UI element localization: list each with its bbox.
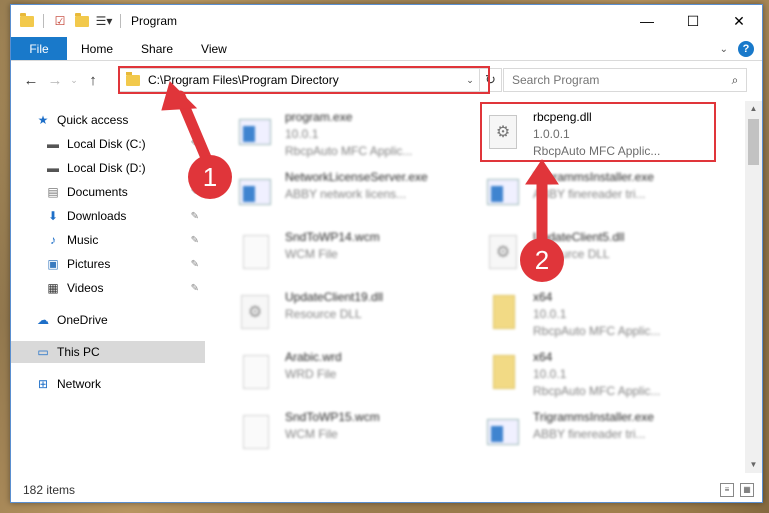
step-badge-1: 1 bbox=[188, 155, 232, 199]
arrow-1-head bbox=[161, 81, 198, 111]
arrow-2-head bbox=[525, 159, 559, 185]
step-badge-2: 2 bbox=[520, 238, 564, 282]
annotation-arrows bbox=[161, 81, 559, 246]
